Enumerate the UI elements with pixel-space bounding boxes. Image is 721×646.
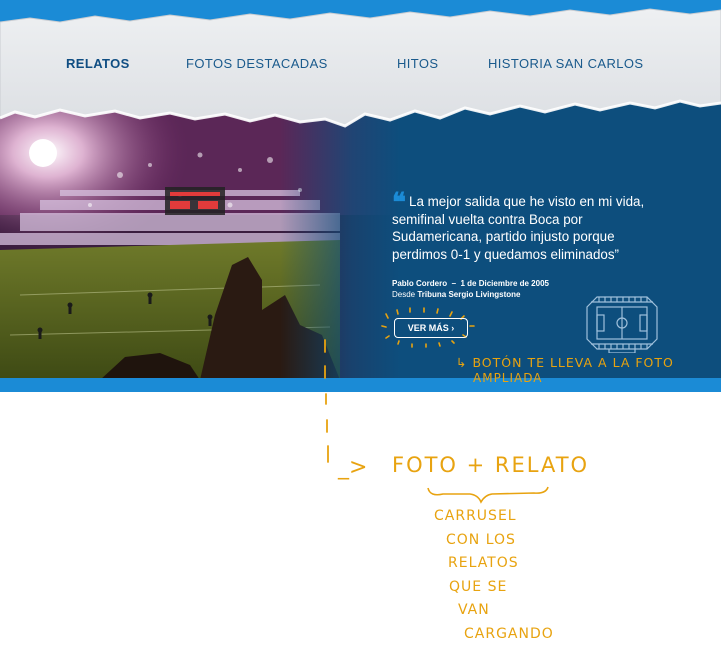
annotation-carrusel: CARRUSEL CON LOS RELATOS QUE SE VAN CARG… — [434, 505, 554, 646]
carrusel-line: VAN — [434, 599, 554, 623]
annotation-dashed-connector — [0, 0, 721, 644]
annotation-foto-relato: FOTO + RELATO — [392, 453, 589, 477]
carrusel-line: CARRUSEL — [434, 505, 554, 529]
carrusel-line: RELATOS — [434, 552, 554, 576]
carrusel-line: QUE SE — [434, 576, 554, 600]
carrusel-line: CON LOS — [434, 529, 554, 553]
annotation-arrow: _> — [338, 455, 367, 480]
carrusel-line: CARGANDO — [434, 623, 554, 646]
